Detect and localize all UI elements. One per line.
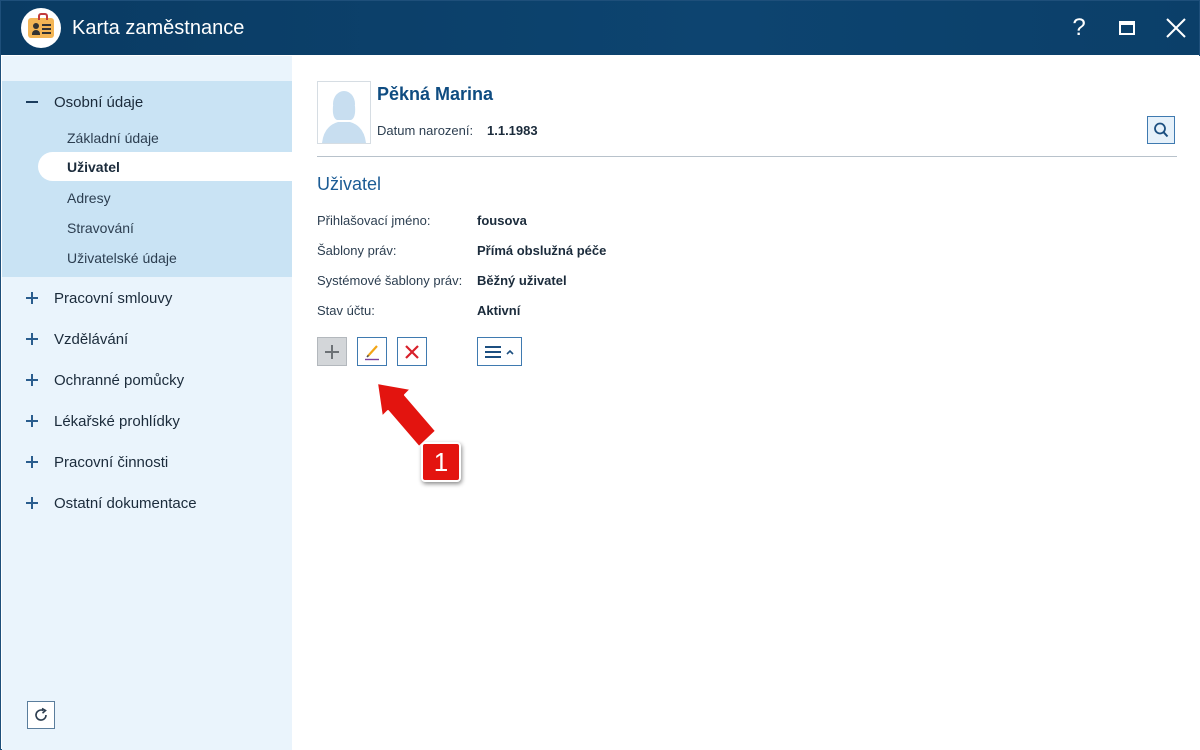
sidebar-section-label: Pracovní činnosti [54,453,169,471]
birth-date-label: Datum narození: [377,123,474,138]
expand-icon [25,496,39,510]
callout-number-badge: 1 [421,442,461,482]
plus-icon [325,344,339,359]
expand-icon [25,414,39,428]
sidebar-section-label: Vzdělávání [54,330,129,348]
sidebar-item-adresy[interactable]: Adresy [67,190,111,206]
sidebar-item-stravovani[interactable]: Stravování [67,220,134,236]
expand-icon [25,291,39,305]
permission-templates-value: Přímá obslužná péče [477,243,607,258]
person-silhouette-icon [322,91,366,143]
help-button[interactable]: ? [1064,13,1094,43]
login-name-value: fousova [477,213,527,228]
maximize-button[interactable] [1112,13,1142,43]
sidebar-section-label: Ochranné pomůcky [54,371,185,389]
refresh-button[interactable] [27,701,55,729]
add-button[interactable] [317,337,347,366]
login-name-label: Přihlašovací jméno: [317,213,431,228]
account-status-label: Stav účtu: [317,303,375,318]
birth-date-value: 1.1.1983 [487,123,538,138]
menu-icon [485,345,501,358]
close-icon [1166,18,1186,38]
sidebar-section-pracovni-smlouvy[interactable]: Pracovní smlouvy [2,283,292,313]
system-templates-label: Systémové šablony práv: [317,273,463,288]
collapse-icon [25,95,39,109]
more-actions-menu-button[interactable] [477,337,522,366]
sidebar-section-ostatni-dokumentace[interactable]: Ostatní dokumentace [2,488,292,518]
avatar [317,81,371,144]
close-button[interactable] [1161,13,1191,43]
refresh-icon [35,707,47,721]
sidebar-item-zakladni-udaje[interactable]: Základní údaje [67,130,159,146]
title-bar: Karta zaměstnance ? [1,1,1199,55]
sidebar-section-label: Pracovní smlouvy [54,289,173,307]
expand-icon [25,455,39,469]
search-icon [1154,122,1169,138]
search-button[interactable] [1147,116,1175,144]
sidebar-section-lekarske-prohlidky[interactable]: Lékařské prohlídky [2,406,292,436]
delete-x-icon [405,344,419,359]
sidebar-section-label: Lékařské prohlídky [54,412,180,430]
pencil-icon [365,344,379,360]
employee-card-icon [21,8,61,48]
sidebar-item-uzivatelske-udaje[interactable]: Uživatelské údaje [67,250,177,266]
sidebar: Osobní údaje Základní údaje Uživatel Adr… [2,56,292,750]
employee-name: Pěkná Marina [377,84,494,104]
sidebar-section-ochranne-pomucky[interactable]: Ochranné pomůcky [2,365,292,395]
expand-icon [25,373,39,387]
system-templates-value: Běžný uživatel [477,273,567,288]
sidebar-section-vzdelavani[interactable]: Vzdělávání [2,324,292,354]
header-divider [317,156,1177,157]
window-title: Karta zaměstnance [72,17,245,39]
employee-card-window: Karta zaměstnance ? Osobní údaje Základn… [0,0,1200,750]
sidebar-section-label: Osobní údaje [54,93,144,111]
section-title: Uživatel [317,174,382,194]
sidebar-section-label: Ostatní dokumentace [54,494,197,512]
sidebar-item-uzivatel[interactable]: Uživatel [67,159,120,175]
chevron-up-icon [506,349,514,355]
sidebar-section-pracovni-cinnosti[interactable]: Pracovní činnosti [2,447,292,477]
account-status-value: Aktivní [477,303,521,318]
sidebar-section-osobni-udaje[interactable]: Osobní údaje [2,87,292,117]
maximize-icon [1119,21,1135,35]
permission-templates-label: Šablony práv: [317,243,397,258]
expand-icon [25,332,39,346]
